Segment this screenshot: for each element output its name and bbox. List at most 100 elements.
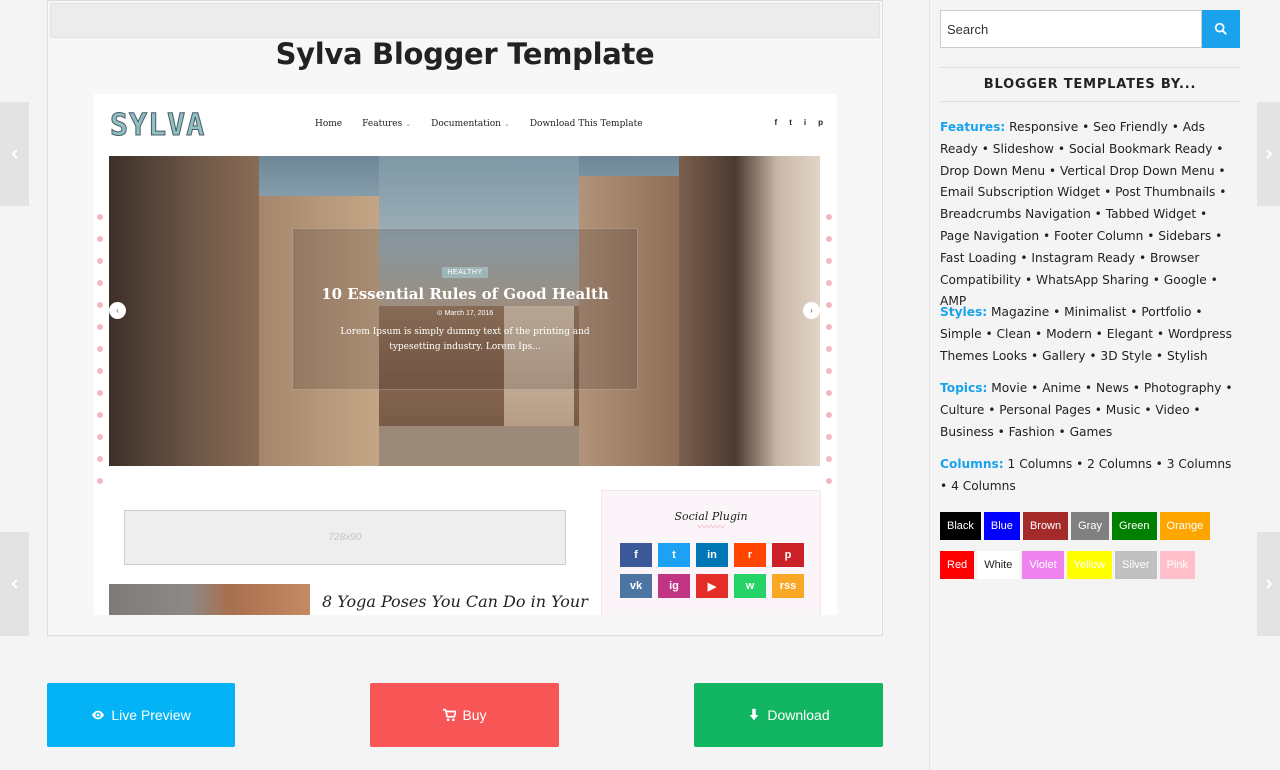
decor-dot: [826, 412, 832, 418]
post-thumbnail[interactable]: [109, 584, 310, 615]
buy-button[interactable]: Buy: [370, 683, 559, 747]
youtube-icon[interactable]: ▶: [696, 574, 728, 598]
preview-slider: HEALTHY 10 Essential Rules of Good Healt…: [109, 156, 820, 466]
post-title[interactable]: 8 Yoga Poses You Can Do in Your: [322, 592, 588, 611]
preview-social-icons: ftip: [775, 118, 823, 127]
decor-dot: [97, 346, 103, 352]
download-label: Download: [767, 707, 830, 723]
preview-nav-item[interactable]: Features ⌄: [362, 119, 411, 129]
preview-nav-item[interactable]: Home: [315, 119, 342, 129]
ad-placeholder: 728x90: [124, 510, 566, 565]
preview-nav-label: Home: [315, 119, 343, 129]
facebook-icon[interactable]: f: [620, 543, 652, 567]
styles-section: Styles: Magazine • Minimalist • Portfoli…: [940, 302, 1240, 367]
color-chip-red[interactable]: Red: [940, 551, 975, 579]
decor-dot: [97, 302, 103, 308]
color-filter-row-2: Red White Violet Yellow Silver Pink: [940, 551, 1195, 579]
search-icon: [1214, 22, 1227, 35]
decor-dots-right: [826, 214, 832, 484]
wave-divider: 〰〰〰: [697, 522, 725, 532]
features-list[interactable]: Responsive • Seo Friendly • Ads Ready • …: [940, 120, 1226, 308]
decor-dot: [826, 324, 832, 330]
decor-dot: [826, 368, 832, 374]
preview-social-icon[interactable]: f: [775, 118, 778, 127]
preview-social-icon[interactable]: i: [804, 118, 806, 127]
decor-dot: [826, 346, 832, 352]
color-chip-violet[interactable]: Violet: [1022, 551, 1064, 579]
color-chip-silver[interactable]: Silver: [1115, 551, 1157, 579]
color-chip-brown[interactable]: Brown: [1022, 512, 1069, 540]
preview-logo: SYLVA: [109, 108, 206, 144]
chevron-left-icon: [11, 579, 18, 589]
decor-dot: [97, 258, 103, 264]
preview-nav-item[interactable]: Download This Template: [530, 119, 643, 129]
preview-social-icon[interactable]: p: [818, 118, 823, 127]
decor-dot: [97, 324, 103, 330]
decor-dot: [826, 302, 832, 308]
street: [379, 426, 579, 466]
social-buttons-grid: f t in r p vk ig ▶ w rss: [620, 543, 804, 598]
features-key[interactable]: Features:: [940, 120, 1005, 134]
page-title: Sylva Blogger Template: [275, 37, 655, 71]
slider-prev-button[interactable]: ‹: [109, 302, 126, 319]
prev-arrow-top[interactable]: [0, 102, 29, 206]
search-input[interactable]: [940, 10, 1202, 48]
color-chip-orange[interactable]: Orange: [1159, 512, 1211, 540]
chevron-down-icon: ⌄: [405, 120, 412, 128]
color-chip-black[interactable]: Black: [940, 512, 981, 540]
pinterest-icon[interactable]: p: [772, 543, 804, 567]
reddit-icon[interactable]: r: [734, 543, 766, 567]
instagram-icon[interactable]: ig: [658, 574, 690, 598]
next-arrow-top[interactable]: [1257, 102, 1280, 206]
color-chip-green[interactable]: Green: [1111, 512, 1157, 540]
twitter-icon[interactable]: t: [658, 543, 690, 567]
cart-icon: [443, 708, 457, 722]
download-icon: [749, 708, 759, 721]
slider-next-button[interactable]: ›: [803, 302, 820, 319]
decor-dot: [826, 390, 832, 396]
preview-nav-item[interactable]: Documentation ⌄: [431, 119, 510, 129]
decor-dot: [97, 368, 103, 374]
chevron-down-icon: ⌄: [503, 120, 510, 128]
features-section: Features: Responsive • Seo Friendly • Ad…: [940, 117, 1240, 313]
rss-icon[interactable]: rss: [772, 574, 804, 598]
decor-dots-left: [97, 214, 103, 484]
vk-icon[interactable]: vk: [620, 574, 652, 598]
slide-date: ⊙ March 17, 2016: [436, 310, 494, 317]
building-left: [109, 156, 259, 466]
color-chip-gray[interactable]: Gray: [1071, 512, 1109, 540]
download-button[interactable]: Download: [694, 683, 883, 747]
color-chip-pink[interactable]: Pink: [1159, 551, 1195, 579]
color-filter-row-1: Black Blue Brown Gray Green Orange: [940, 512, 1211, 540]
search-button[interactable]: [1202, 10, 1240, 48]
topics-key[interactable]: Topics:: [940, 381, 987, 395]
color-chip-blue[interactable]: Blue: [983, 512, 1020, 540]
decor-dot: [97, 236, 103, 242]
decor-dot: [826, 280, 832, 286]
decor-dot: [97, 456, 103, 462]
sidebar-divider: [929, 0, 930, 770]
columns-key[interactable]: Columns:: [940, 457, 1004, 471]
decor-dot: [826, 478, 832, 484]
building-right: [679, 156, 820, 466]
decor-dot: [97, 214, 103, 220]
linkedin-icon[interactable]: in: [696, 543, 728, 567]
prev-arrow-bottom[interactable]: [0, 532, 29, 636]
color-chip-white[interactable]: White: [977, 551, 1020, 579]
topics-section: Topics: Movie • Anime • News • Photograp…: [940, 378, 1240, 443]
template-preview[interactable]: SYLVA Home Features ⌄ Documentation ⌄ Downloa…: [94, 94, 837, 615]
preview-nav-label: Features: [362, 119, 403, 129]
styles-key[interactable]: Styles:: [940, 305, 987, 319]
preview-social-icon[interactable]: t: [789, 118, 792, 127]
decor-dot: [826, 214, 832, 220]
live-preview-button[interactable]: Live Preview: [47, 683, 235, 747]
slide-title[interactable]: 10 Essential Rules of Good Health: [293, 285, 637, 303]
slide-tag[interactable]: HEALTHY: [442, 267, 488, 278]
whatsapp-icon[interactable]: w: [734, 574, 766, 598]
template-card: Sylva Blogger Template SYLVA Home Feature…: [47, 0, 883, 636]
color-chip-yellow[interactable]: Yellow: [1066, 551, 1113, 579]
buy-label: Buy: [462, 707, 487, 723]
next-arrow-bottom[interactable]: [1257, 532, 1280, 636]
chevron-right-icon: [1265, 149, 1272, 159]
social-plugin-widget: Social Plugin 〰〰〰 f t in r p vk ig ▶ w rss: [601, 490, 821, 615]
